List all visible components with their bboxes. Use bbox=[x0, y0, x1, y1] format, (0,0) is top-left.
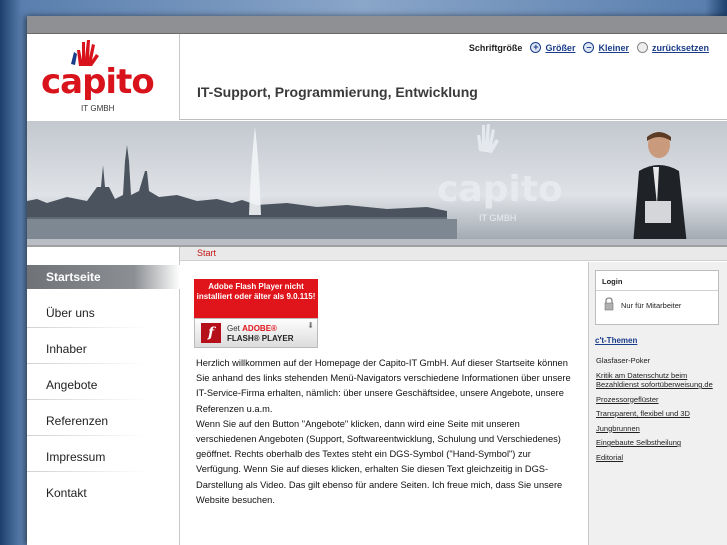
lock-icon bbox=[604, 297, 614, 311]
ct-item[interactable]: Transparent, flexibel und 3D bbox=[596, 409, 722, 419]
ct-item[interactable]: Jungbrunnen bbox=[596, 424, 722, 434]
sidebar-nav: Startseite Über uns Inhaber Angebote Ref… bbox=[27, 247, 180, 545]
nav-separator bbox=[27, 399, 147, 400]
login-separator bbox=[596, 290, 718, 291]
nav-separator bbox=[27, 327, 147, 328]
flash-adobe: ADOBE® bbox=[242, 324, 277, 333]
banner: capito IT GMBH bbox=[27, 121, 727, 245]
banner-logo-sub: IT GMBH bbox=[479, 213, 516, 223]
nav-separator bbox=[27, 471, 147, 472]
ct-item[interactable]: Glasfaser-Poker bbox=[596, 356, 722, 366]
breadcrumb: Start bbox=[180, 247, 727, 261]
welcome-paragraph-1: Herzlich willkommen auf der Homepage der… bbox=[196, 358, 571, 414]
nav-item-inhaber[interactable]: Inhaber bbox=[27, 335, 180, 363]
nav-item-angebote[interactable]: Angebote bbox=[27, 371, 180, 399]
ct-item[interactable]: Kritik am Datenschutz beim Bezahldienst … bbox=[596, 371, 722, 390]
minus-icon[interactable]: – bbox=[583, 42, 595, 53]
breadcrumb-start[interactable]: Start bbox=[197, 248, 216, 258]
flash-get-text: Get ADOBE® bbox=[227, 324, 277, 333]
top-bar bbox=[27, 16, 727, 34]
flash-player-text: FLASH® PLAYER bbox=[227, 334, 294, 343]
logo-sub-gmbh: GMBH bbox=[90, 104, 115, 113]
flash-icon: f bbox=[201, 323, 221, 343]
ct-item[interactable]: Editorial bbox=[596, 453, 722, 463]
nav-item-referenzen[interactable]: Referenzen bbox=[27, 407, 180, 435]
page: capito IT GMBH Schriftgröße + Größer – K… bbox=[27, 16, 727, 545]
flash-get: Get bbox=[227, 324, 240, 333]
nav-item-startseite[interactable]: Startseite bbox=[27, 265, 180, 289]
font-bigger-link[interactable]: Größer bbox=[545, 43, 575, 53]
banner-logo-text: capito bbox=[437, 169, 563, 210]
flash-warning: Adobe Flash Player nicht installiert ode… bbox=[194, 279, 318, 319]
ct-themen-list: Glasfaser-Poker Kritik am Datenschutz be… bbox=[596, 356, 722, 467]
font-reset-link[interactable]: zurücksetzen bbox=[652, 43, 709, 53]
header: capito IT GMBH Schriftgröße + Größer – K… bbox=[27, 34, 727, 120]
nav-separator bbox=[27, 435, 147, 436]
plus-icon[interactable]: + bbox=[530, 42, 542, 53]
reset-icon[interactable] bbox=[636, 42, 648, 53]
right-sidebar: Login Nur für Mitarbeiter c't-Themen Gla… bbox=[588, 262, 727, 545]
banner-image: capito IT GMBH bbox=[27, 121, 727, 245]
download-arrow-icon: ⬇ bbox=[307, 321, 314, 330]
tagline: IT-Support, Programmierung, Entwicklung bbox=[197, 84, 478, 100]
login-box: Login Nur für Mitarbeiter bbox=[595, 270, 719, 325]
font-size-label: Schriftgröße bbox=[468, 42, 523, 53]
nav-separator bbox=[27, 363, 147, 364]
nav-item-impressum[interactable]: Impressum bbox=[27, 443, 180, 471]
login-link[interactable]: Nur für Mitarbeiter bbox=[621, 301, 681, 310]
login-title: Login bbox=[602, 277, 623, 286]
welcome-text: Herzlich willkommen auf der Homepage der… bbox=[196, 356, 576, 508]
get-flash-button[interactable]: f Get ADOBE® FLASH® PLAYER ⬇ bbox=[194, 318, 318, 348]
font-smaller-link[interactable]: Kleiner bbox=[598, 43, 629, 53]
welcome-paragraph-2: Wenn Sie auf den Button "Angebote" klick… bbox=[196, 418, 563, 505]
logo[interactable]: capito IT GMBH bbox=[27, 34, 180, 120]
font-size-controls: Schriftgröße + Größer – Kleiner zurückse… bbox=[469, 42, 713, 53]
ct-item[interactable]: Prozessorgeflüster bbox=[596, 395, 722, 405]
ct-themen-title[interactable]: c't-Themen bbox=[595, 336, 637, 345]
logo-text: capito bbox=[41, 62, 155, 102]
ct-item[interactable]: Eingebaute Selbstheilung bbox=[596, 438, 722, 448]
logo-subtitle: IT GMBH bbox=[81, 104, 114, 113]
logo-sub-it: IT bbox=[81, 104, 89, 113]
main-content: Adobe Flash Player nicht installiert ode… bbox=[180, 262, 588, 545]
nav-item-ueber-uns[interactable]: Über uns bbox=[27, 299, 180, 327]
nav-item-kontakt[interactable]: Kontakt bbox=[27, 479, 180, 507]
